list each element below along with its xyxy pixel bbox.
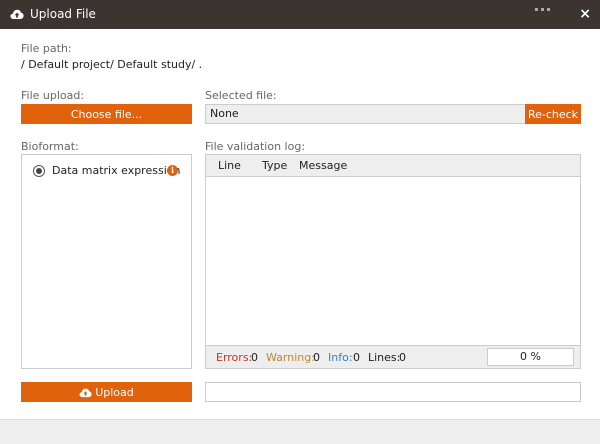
file-upload-label: File upload: — [21, 89, 85, 102]
column-header-line[interactable]: Line — [218, 159, 241, 172]
bioformat-label: Bioformat: — [21, 140, 79, 153]
progress-text: 0 % — [520, 350, 541, 363]
cloud-upload-icon — [10, 9, 24, 19]
info-label: Info: — [328, 351, 353, 364]
upload-status-field — [205, 382, 581, 402]
cloud-upload-icon — [79, 388, 92, 397]
recheck-button[interactable]: Re-check — [525, 104, 581, 124]
log-stats-bar: Errors: 0 Warning: 0 Info: 0 Lines: 0 0 … — [206, 345, 580, 368]
column-header-type[interactable]: Type — [262, 159, 287, 172]
validation-progress-bar: 0 % — [487, 348, 574, 366]
bioformat-option-label[interactable]: Data matrix expression — [52, 164, 180, 177]
bioformat-radio[interactable] — [33, 165, 45, 177]
warning-label: Warning: — [266, 351, 315, 364]
file-path-label: File path: — [21, 42, 72, 55]
validation-log-table: Line Type Message Errors: 0 Warning: 0 I… — [205, 154, 581, 369]
bioformat-list: Data matrix expression i — [21, 154, 192, 369]
validation-log-label: File validation log: — [205, 140, 306, 153]
warning-count: 0 — [313, 351, 320, 364]
column-header-message[interactable]: Message — [299, 159, 347, 172]
close-icon[interactable]: × — [579, 6, 591, 22]
titlebar: Upload File × — [0, 0, 600, 29]
errors-count: 0 — [251, 351, 258, 364]
selected-file-label: Selected file: — [205, 89, 277, 102]
info-icon[interactable]: i — [167, 165, 178, 176]
choose-file-button[interactable]: Choose file... — [21, 104, 192, 124]
errors-label: Errors: — [216, 351, 253, 364]
dialog-footer — [0, 419, 600, 444]
info-count: 0 — [353, 351, 360, 364]
upload-button-label: Upload — [95, 385, 134, 399]
lines-count: 0 — [399, 351, 406, 364]
dialog-body: File path: / Default project/ Default st… — [0, 29, 600, 419]
log-table-header: Line Type Message — [206, 155, 580, 177]
dialog-title: Upload File — [30, 7, 96, 21]
selected-file-field: None — [205, 104, 525, 124]
drag-handle — [535, 0, 559, 11]
lines-label: Lines: — [368, 351, 401, 364]
upload-button[interactable]: Upload — [21, 382, 192, 402]
file-path-value: / Default project/ Default study/ . — [21, 58, 203, 71]
